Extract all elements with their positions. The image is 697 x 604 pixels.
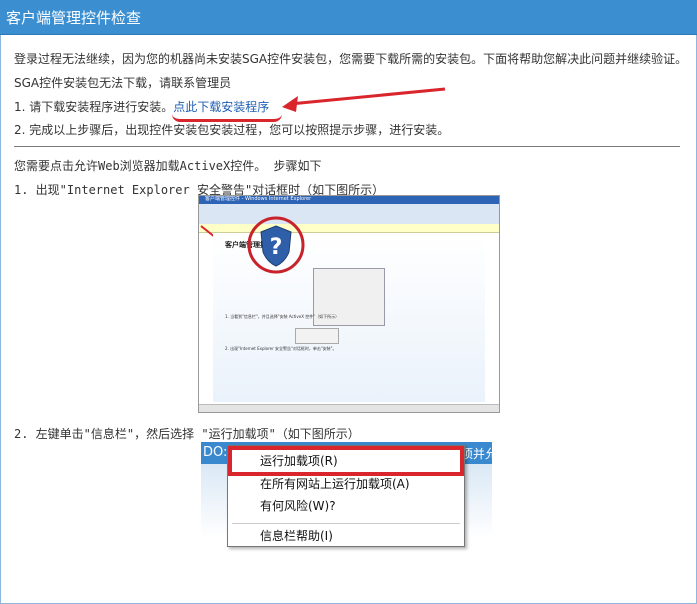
menu-item-run-addon: 运行加载项(R) [260, 454, 338, 468]
menu-item-help: 信息栏帮助(I) [260, 529, 333, 543]
activex-step-2: 2. 左键单击"信息栏"，然后选择 "运行加载项"（如下图所示） [14, 427, 360, 441]
ie-mini-menu [295, 328, 339, 344]
ie-step-note-1: 1. 当看到"信息栏"，并且选择"安装 ActiveX 控件"（如下所示） [225, 314, 340, 319]
info-bar-context-menu: 运行加载项(R) 在所有网站上运行加载项(A) 有何风险(W)? 信息栏帮助(I… [227, 445, 465, 547]
intro-message: 登录过程无法继续，因为您的机器尚未安装SGA控件安装包，您需要下载所需的安装包。… [14, 52, 688, 66]
menu-separator [232, 523, 460, 524]
ie-window-titlebar: 客户端管理控件 - Windows Internet Explorer [199, 196, 499, 204]
page-header: 客户端管理控件检查 [0, 0, 697, 35]
ie-security-warning-screenshot: 客户端管理控件 - Windows Internet Explorer 客户端管… [198, 195, 500, 413]
download-step: 1. 请下载安装程序进行安装。点此下载安装程序 [14, 98, 269, 115]
shield-question-icon: ? [247, 216, 305, 274]
svg-text:?: ? [270, 235, 283, 260]
ie-step-note-2: 2. 出现"Internet Explorer 安全警告"对话框时，单击"安装"… [225, 346, 337, 351]
ie-toolbar [199, 204, 499, 225]
admin-notice: SGA控件安装包无法下载，请联系管理员 [14, 76, 232, 90]
install-step: 2. 完成以上步骤后，出现控件安装包安装过程，您可以按照提示步骤，进行安装。 [14, 123, 450, 137]
menu-item-run-all-sites: 在所有网站上运行加载项(A) [260, 477, 410, 491]
ie-status-bar [199, 404, 499, 412]
menu-item-what-risk: 有何风险(W)? [260, 499, 336, 513]
info-bar-menu-screenshot: DO: 项并允 运行加载项(R) 在所有网站上运行加载项(A) 有何风险(W)?… [201, 442, 492, 578]
download-installer-link[interactable]: 点此下载安装程序 [173, 100, 269, 114]
info-bar-left-text: DO: [203, 445, 228, 460]
download-step-text: 1. 请下载安装程序进行安装。 [14, 100, 174, 114]
info-bar-right-text: 项并允 [461, 447, 492, 461]
red-arrow-icon [282, 87, 446, 112]
page-title: 客户端管理控件检查 [6, 9, 142, 27]
section-divider [14, 146, 680, 147]
activex-heading: 您需要点击允许Web浏览器加载ActiveX控件。 步骤如下 [14, 159, 322, 173]
ie-window-title: 客户端管理控件 - Windows Internet Explorer [205, 196, 312, 202]
